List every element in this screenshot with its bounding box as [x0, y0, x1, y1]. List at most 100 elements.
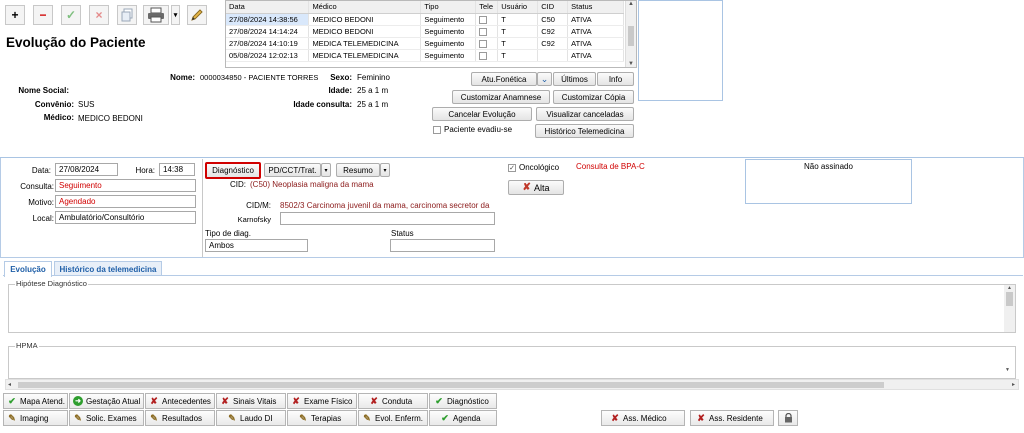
alta-button[interactable]: ✘ Alta [508, 180, 564, 195]
tab-evolucao[interactable]: Evolução [4, 261, 52, 277]
agenda-button[interactable]: ✔ Agenda [429, 410, 497, 426]
cell-tele [475, 13, 499, 26]
consulta-label: Consulta: [20, 182, 54, 191]
status-label: Status [391, 229, 414, 238]
pdcct-dropdown[interactable]: ▾ [321, 163, 331, 177]
local-label: Local: [32, 214, 54, 223]
status-field[interactable] [390, 239, 495, 252]
laudo-di-button[interactable]: ✎ Laudo DI [216, 410, 286, 426]
atu-fonetica-button[interactable]: Atu.Fonética [471, 72, 537, 86]
evolution-grid[interactable]: Data Médico Tipo Tele Usuário CID Status… [225, 0, 637, 68]
customizar-copia-button[interactable]: Customizar Cópia [553, 90, 634, 104]
grid-scrollbar[interactable]: ▲ ▼ [625, 1, 636, 67]
checkbox-box[interactable] [433, 125, 441, 134]
oncologico-checkbox[interactable]: ✓ Oncológico [508, 163, 559, 172]
scroll-thumb[interactable] [628, 26, 634, 46]
solic-exames-label: Solic. Exames [86, 413, 137, 423]
print-button[interactable] [143, 5, 169, 25]
evol-enferm-button[interactable]: ✎ Evol. Enferm. [358, 410, 428, 426]
x-icon: ✘ [150, 395, 158, 406]
cancelar-evolucao-button[interactable]: Cancelar Evolução [432, 107, 532, 121]
check-icon[interactable]: ✓ [508, 163, 516, 172]
sinais-vitais-button[interactable]: ✘ Sinais Vitais [216, 393, 286, 409]
motivo-field[interactable]: Agendado [55, 195, 196, 208]
imaging-button[interactable]: ✎ Imaging [3, 410, 68, 426]
scroll-thumb[interactable] [1006, 292, 1013, 306]
ultimos-dropdown[interactable]: ⌄ [537, 72, 552, 86]
col-header-tipo[interactable]: Tipo [420, 1, 477, 14]
karnofsky-field[interactable] [280, 212, 495, 225]
pencil-icon: ✎ [363, 412, 371, 423]
table-row[interactable]: 05/08/2024 12:02:13 MEDICA TELEMEDICINA … [226, 49, 624, 62]
pdcct-button[interactable]: PD/CCT/Trat. [264, 163, 321, 177]
x-icon: ✘ [697, 412, 705, 423]
consulta-field[interactable]: Seguimento [55, 179, 196, 192]
tele-checkbox[interactable] [479, 15, 488, 24]
scroll-down-icon[interactable]: ▼ [626, 61, 636, 67]
terapias-button[interactable]: ✎ Terapias [287, 410, 357, 426]
data-field[interactable]: 27/08/2024 [55, 163, 118, 176]
edit-button[interactable] [187, 5, 207, 25]
visualizar-canceladas-button[interactable]: Visualizar canceladas [536, 107, 634, 121]
resultados-label: Resultados [162, 413, 203, 423]
consulta-bpa-label: Consulta de BPA-C [576, 162, 645, 171]
alta-label: Alta [533, 182, 550, 193]
diagnostico-tab-button[interactable]: ✔ Diagnóstico [429, 393, 497, 409]
cell-tele [475, 25, 499, 38]
print-dropdown[interactable]: ▾ [171, 5, 180, 25]
local-field[interactable]: Ambulatório/Consultório [55, 211, 196, 224]
horizontal-scrollbar[interactable]: ◂ ▸ [5, 379, 1019, 390]
antecedentes-button[interactable]: ✘ Antecedentes [145, 393, 215, 409]
conduta-button[interactable]: ✘ Conduta [358, 393, 428, 409]
historico-telemedicina-button[interactable]: Histórico Telemedicina [535, 124, 634, 138]
tele-checkbox[interactable] [479, 27, 488, 36]
solic-exames-button[interactable]: ✎ Solic. Exames [69, 410, 144, 426]
customizar-anamnese-button[interactable]: Customizar Anamnese [452, 90, 550, 104]
gestacao-atual-button[interactable]: ➜ Gestação Atual [69, 393, 144, 409]
col-header-medico[interactable]: Médico [308, 1, 422, 14]
scroll-left-icon[interactable]: ◂ [8, 381, 11, 388]
col-header-tele[interactable]: Tele [475, 1, 499, 14]
table-row[interactable]: 27/08/2024 14:38:56 MEDICO BEDONI Seguim… [226, 13, 624, 26]
copy-button[interactable] [117, 5, 137, 25]
table-row[interactable]: 27/08/2024 14:14:24 MEDICO BEDONI Seguim… [226, 25, 624, 38]
check-icon: ✔ [435, 395, 443, 406]
ultimos-button[interactable]: Últimos [553, 72, 596, 86]
col-header-cid[interactable]: CID [537, 1, 569, 14]
paciente-evadiu-checkbox[interactable]: Paciente evadiu-se [433, 125, 512, 134]
remove-button[interactable]: − [33, 5, 53, 25]
mapa-atend-button[interactable]: ✔ Mapa Atend. [3, 393, 68, 409]
diagnostico-button[interactable]: Diagnóstico [205, 162, 261, 179]
exame-fisico-button[interactable]: ✘ Exame Físico [287, 393, 357, 409]
col-header-data[interactable]: Data [226, 1, 310, 14]
medico-value: MEDICO BEDONI [78, 114, 143, 123]
ass-residente-button[interactable]: ✘ Ass. Residente [690, 410, 774, 426]
pencil-icon: ✎ [228, 412, 236, 423]
hipotese-scrollbar[interactable]: ▲ [1004, 285, 1015, 332]
resultados-button[interactable]: ✎ Resultados [145, 410, 215, 426]
cell-usuario: T [497, 13, 539, 26]
confirm-button[interactable]: ✓ [61, 5, 81, 25]
resumo-dropdown[interactable]: ▾ [380, 163, 390, 177]
tipo-diag-field[interactable]: Ambos [205, 239, 308, 252]
scroll-up-icon[interactable]: ▲ [1004, 285, 1015, 291]
hora-field[interactable]: 14:38 [159, 163, 195, 176]
table-row[interactable]: 27/08/2024 14:10:19 MEDICA TELEMEDICINA … [226, 37, 624, 50]
scroll-up-icon[interactable]: ▲ [626, 1, 636, 12]
tele-checkbox[interactable] [479, 51, 488, 60]
scroll-down-icon[interactable]: ▼ [1005, 367, 1010, 373]
scroll-thumb[interactable] [18, 382, 884, 388]
info-button[interactable]: Info [597, 72, 634, 86]
add-button[interactable]: + [5, 5, 25, 25]
conduta-label: Conduta [382, 396, 413, 406]
col-header-status[interactable]: Status [567, 1, 624, 14]
tele-checkbox[interactable] [479, 39, 488, 48]
motivo-label: Motivo: [28, 198, 54, 207]
cancel-button[interactable]: × [89, 5, 109, 25]
col-header-usuario[interactable]: Usuário [497, 1, 539, 14]
resumo-button[interactable]: Resumo [336, 163, 380, 177]
tab-historico-telemedicina[interactable]: Histórico da telemedicina [54, 261, 162, 276]
lock-button[interactable] [778, 410, 798, 426]
ass-medico-button[interactable]: ✘ Ass. Médico [601, 410, 685, 426]
scroll-right-icon[interactable]: ▸ [1012, 381, 1015, 388]
